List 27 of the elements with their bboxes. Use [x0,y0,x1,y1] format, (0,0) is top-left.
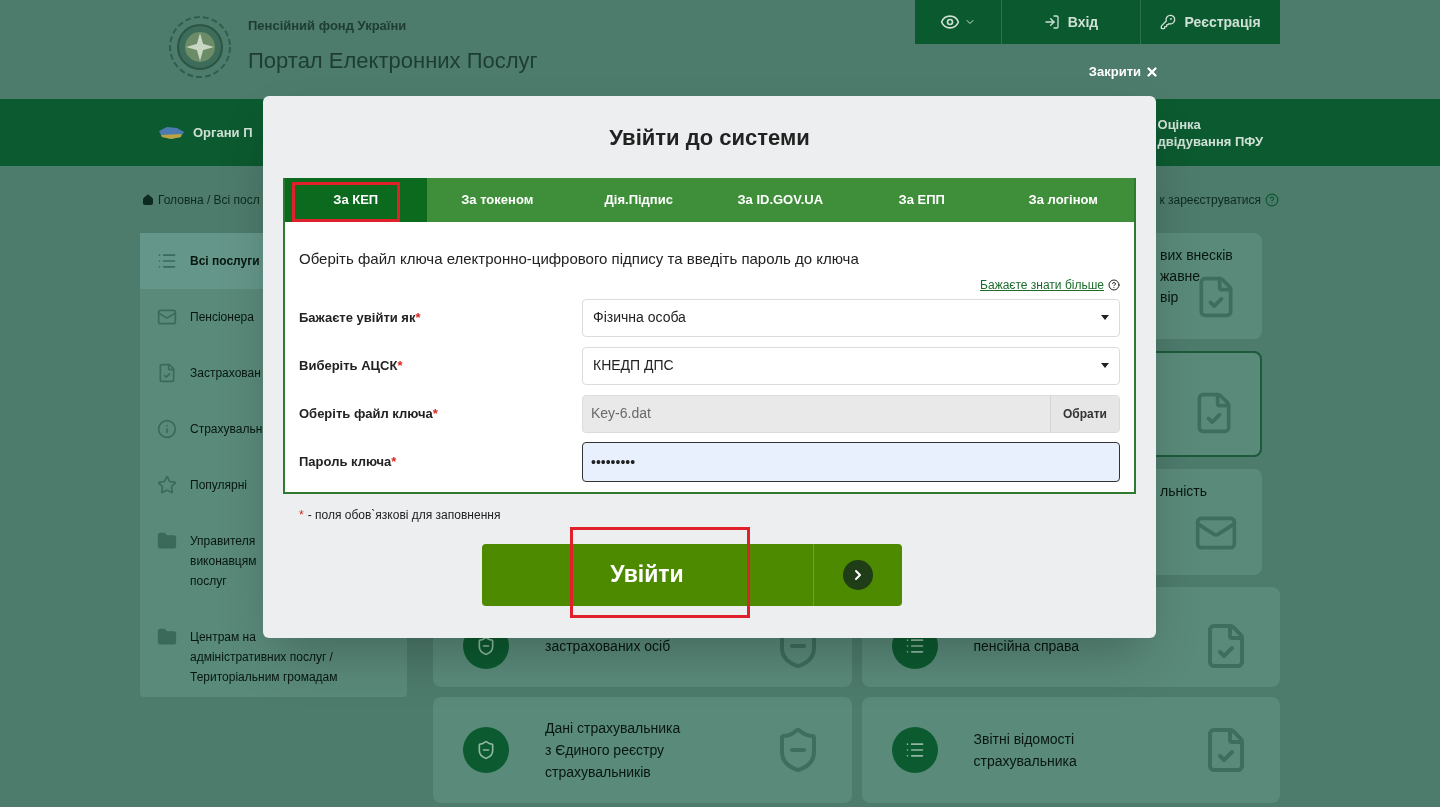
card-text: Дані страхувальника [545,719,682,738]
card-text: жавне [1160,267,1202,286]
required-mark: * [299,506,304,524]
required-mark: * [415,308,421,327]
instruction-text: Оберіть файл ключа електронно-цифрового підпису та введіть пароль до ключа [299,249,860,269]
card-text: вих внесків [1160,246,1233,265]
portal-title: Портал Електронних Послуг [248,46,538,75]
card-text: вір [1160,288,1180,307]
field-label: Виберіть АЦСК [299,356,398,375]
file-name: Key-6.dat [590,404,652,423]
field-label: Бажаєте увійти як [299,308,416,327]
field-label: Оберіть файл ключа [299,404,433,423]
card-text: страхувальника [973,752,1078,771]
dialog-title: Увійти до системи [609,123,810,152]
required-mark: * [391,452,397,471]
breadcrumb: Головна / Всі посл [158,191,260,209]
required-mark: * [397,356,403,375]
required-note: - поля обов`язкові для заповнення [307,506,501,524]
card-text: з Єдиного реєстру [545,741,666,760]
card-text: страхувальників [545,763,652,782]
field-label: Пароль ключа [299,452,392,471]
card-text: льність [1160,482,1207,501]
card-text: пенсійна справа [973,637,1081,656]
org-name: Пенсійний фонд України [248,17,408,36]
required-mark: * [432,404,438,423]
card-text: Звітні відомості [973,730,1076,749]
card-text: застрахованих осіб [545,637,672,656]
